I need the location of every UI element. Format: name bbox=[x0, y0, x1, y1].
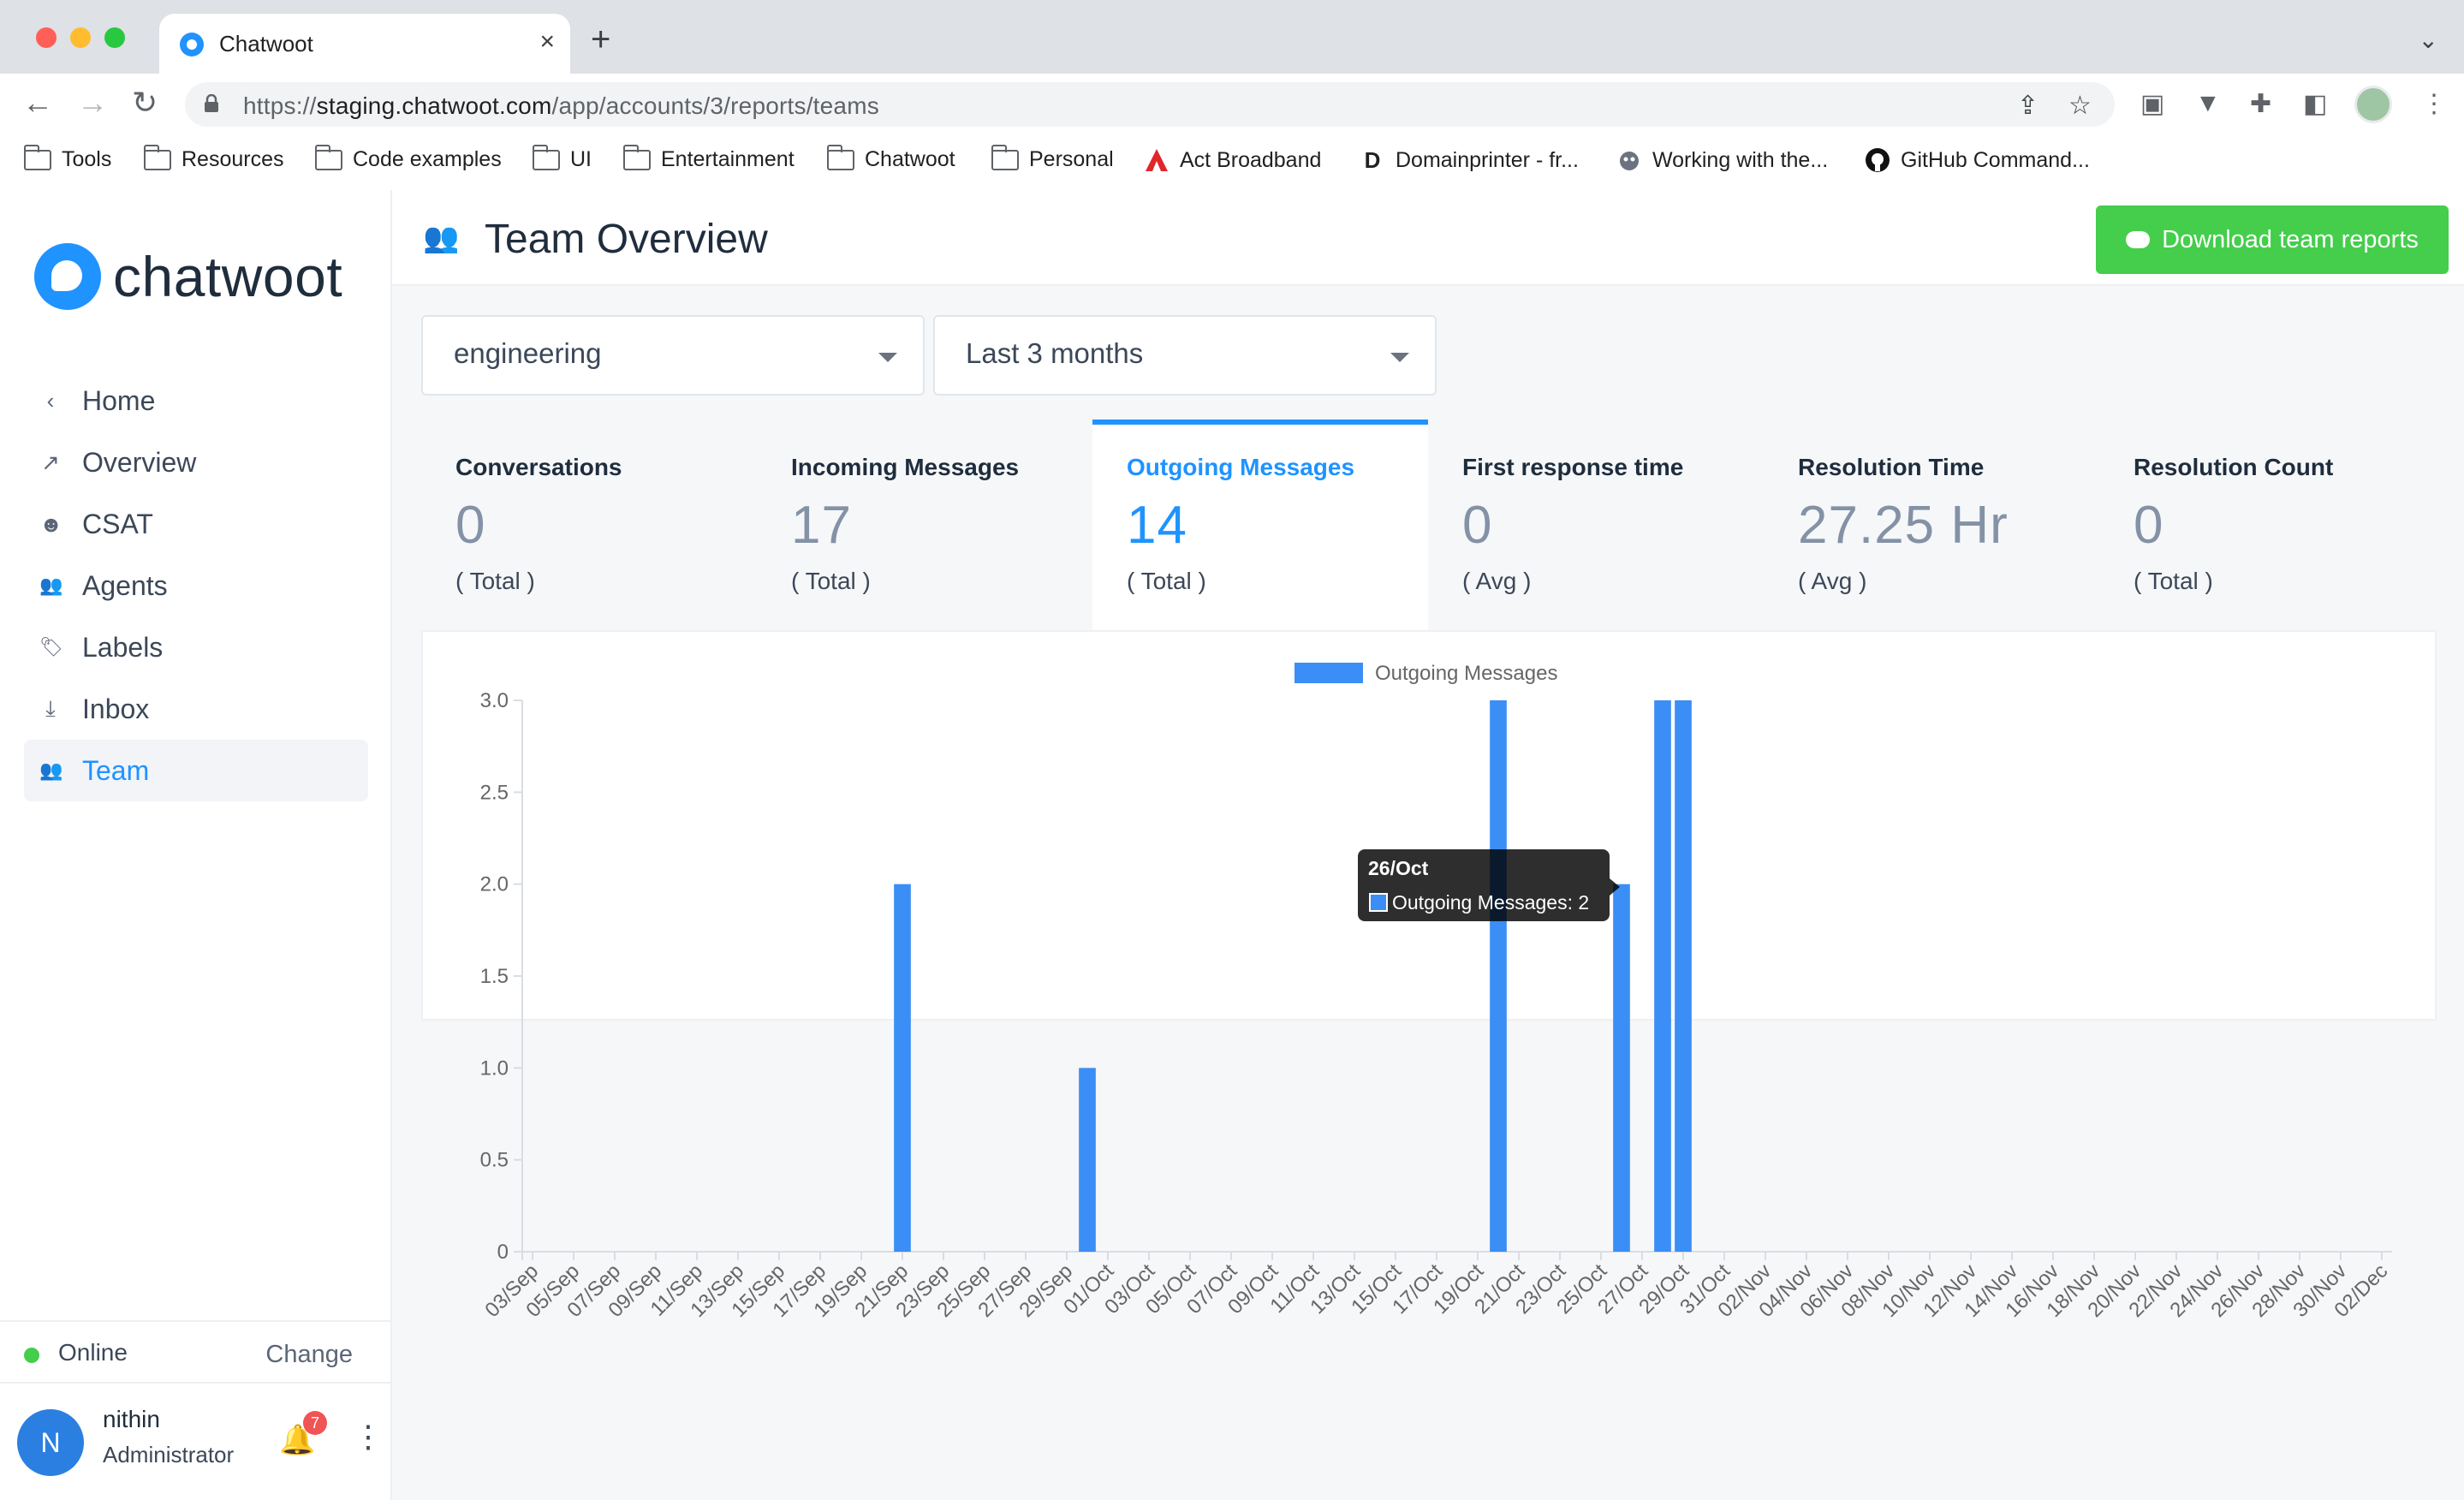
sidebar-item-agents[interactable]: 👥 Agents bbox=[24, 555, 368, 616]
availability-status: Online Change bbox=[0, 1320, 390, 1380]
logo-text: chatwoot bbox=[113, 245, 343, 308]
notification-badge: 7 bbox=[303, 1411, 327, 1435]
bar bbox=[1613, 884, 1630, 1252]
sidebar-item-csat[interactable]: ☻ CSAT bbox=[24, 493, 368, 555]
bookmark-folder-tools[interactable]: Tools bbox=[23, 144, 111, 172]
bar-chart: 00.51.01.52.02.53.003/Sep05/Sep07/Sep09/… bbox=[480, 662, 2393, 1322]
sidebar-item-overview[interactable]: ↗ Overview bbox=[24, 432, 368, 493]
main-content: 👥 Team Overview Download team reports en… bbox=[392, 190, 2464, 1500]
tooltip-title: 26/Oct bbox=[1368, 857, 1429, 879]
folder-icon bbox=[532, 144, 560, 170]
sidebar-item-home[interactable]: ‹ Home bbox=[24, 370, 368, 432]
tab-close-icon[interactable]: × bbox=[539, 27, 555, 57]
minimize-window-button[interactable] bbox=[70, 27, 91, 48]
chatwoot-logo-icon bbox=[34, 243, 101, 310]
y-tick-label: 0.5 bbox=[480, 1149, 509, 1172]
browser-menu-icon[interactable]: ⋮ bbox=[2421, 89, 2447, 119]
online-status-dot bbox=[24, 1348, 39, 1363]
close-window-button[interactable] bbox=[36, 27, 57, 48]
extensions-icon[interactable]: ✚ bbox=[2250, 89, 2271, 119]
outgoing-messages-chart: 0 0.5 1.0 1.5 2.0 2.5 3.0 03/Sep 05/Sep 07/Sep 09/… bbox=[421, 630, 2437, 1322]
browser-toolbar: ← → ↻ https://staging.chatwoot.com/app/a… bbox=[0, 74, 2464, 135]
status-text: Online bbox=[58, 1339, 128, 1366]
bar bbox=[1490, 700, 1507, 1252]
user-name: nithin bbox=[103, 1406, 160, 1432]
folder-icon bbox=[314, 144, 342, 170]
browser-chrome: Chatwoot × + ⌄ ← → ↻ https://staging.cha… bbox=[0, 0, 2464, 190]
tooltip-text: Outgoing Messages: 2 bbox=[1392, 891, 1589, 914]
tab-search-icon[interactable]: ⌄ bbox=[2419, 26, 2438, 54]
picture-in-picture-icon[interactable]: ▣ bbox=[2140, 89, 2164, 119]
chatwoot-logo[interactable]: chatwoot bbox=[34, 243, 342, 310]
vue-devtools-icon[interactable]: ▼ bbox=[2195, 89, 2221, 118]
folder-icon bbox=[826, 144, 854, 170]
y-tick-label: 2.5 bbox=[480, 781, 509, 804]
share-icon[interactable]: ⇪ bbox=[2017, 91, 2038, 121]
chevron-left-icon: ‹ bbox=[46, 387, 55, 414]
chatwoot-favicon-icon bbox=[180, 33, 204, 57]
sidebar-item-inbox[interactable]: ⤓ Inbox bbox=[24, 678, 368, 740]
tab-title: Chatwoot bbox=[219, 31, 313, 57]
people-icon: 👥 bbox=[39, 574, 63, 596]
bookmark-star-icon[interactable]: ☆ bbox=[2068, 91, 2092, 121]
bookmark-github-command[interactable]: GitHub Command... bbox=[1865, 147, 2090, 173]
bar bbox=[1675, 700, 1692, 1252]
bookmark-folder-ui[interactable]: UI bbox=[532, 144, 592, 172]
y-tick-label: 0 bbox=[497, 1241, 509, 1264]
legend-swatch bbox=[1294, 663, 1363, 683]
trend-icon: ↗ bbox=[41, 449, 60, 475]
more-options-icon[interactable]: ⋮ bbox=[353, 1421, 384, 1452]
folder-icon bbox=[143, 144, 171, 170]
bookmarks-bar: Tools Resources Code examples UI Enterta… bbox=[0, 135, 2464, 190]
y-tick-label: 1.0 bbox=[480, 1057, 509, 1080]
side-panel-icon[interactable]: ◧ bbox=[2303, 89, 2327, 119]
y-tick-label: 2.0 bbox=[480, 873, 509, 896]
browser-tab[interactable]: Chatwoot × bbox=[159, 14, 570, 74]
mascot-logo-icon bbox=[1620, 152, 1639, 170]
bookmark-domainprinter[interactable]: D Domainprinter - fr... bbox=[1360, 147, 1579, 173]
github-logo-icon bbox=[1866, 148, 1890, 172]
forward-icon[interactable]: → bbox=[77, 86, 108, 120]
avatar[interactable]: N bbox=[17, 1409, 84, 1476]
tag-icon: 🏷 bbox=[39, 636, 63, 658]
bookmark-folder-resources[interactable]: Resources bbox=[143, 144, 284, 172]
sidebar-item-labels[interactable]: 🏷 Labels bbox=[24, 616, 368, 678]
tooltip-swatch bbox=[1369, 893, 1388, 912]
sidebar: chatwoot ‹ Home ↗ Overview ☻ CSAT 👥 Agents 🏷… bbox=[0, 190, 392, 1500]
team-icon: 👥 bbox=[39, 759, 63, 781]
folder-icon bbox=[23, 144, 51, 170]
act-logo-icon bbox=[1146, 149, 1168, 171]
bookmark-folder-personal[interactable]: Personal bbox=[991, 144, 1114, 172]
address-bar[interactable]: https://staging.chatwoot.com/app/account… bbox=[185, 82, 2115, 127]
sidebar-item-team[interactable]: 👥 Team bbox=[24, 740, 368, 801]
user-role: Administrator bbox=[103, 1442, 235, 1467]
tab-strip: Chatwoot × + ⌄ bbox=[0, 0, 2464, 74]
legend-label: Outgoing Messages bbox=[1375, 662, 1557, 685]
bar bbox=[894, 884, 911, 1252]
folder-icon bbox=[622, 144, 651, 170]
y-tick-label: 3.0 bbox=[480, 689, 509, 712]
bar bbox=[1654, 700, 1671, 1252]
profile-avatar[interactable] bbox=[2354, 86, 2392, 123]
domainprinter-logo-icon: D bbox=[1364, 147, 1381, 173]
smiley-icon: ☻ bbox=[39, 510, 63, 537]
bar bbox=[1079, 1068, 1096, 1252]
bookmark-folder-code-examples[interactable]: Code examples bbox=[314, 144, 502, 172]
bookmark-working-with-the[interactable]: Working with the... bbox=[1616, 147, 1828, 173]
folder-icon bbox=[991, 144, 1019, 170]
new-tab-button[interactable]: + bbox=[591, 22, 610, 57]
bookmark-act-broadband[interactable]: Act Broadband bbox=[1144, 147, 1321, 173]
back-icon[interactable]: ← bbox=[22, 86, 53, 120]
inbox-icon: ⤓ bbox=[45, 695, 56, 721]
reload-icon[interactable]: ↻ bbox=[132, 86, 158, 120]
y-tick-label: 1.5 bbox=[480, 965, 509, 988]
maximize-window-button[interactable] bbox=[104, 27, 125, 48]
change-status-button[interactable]: Change bbox=[265, 1341, 353, 1369]
url-text: https://staging.chatwoot.com/app/account… bbox=[243, 92, 879, 119]
reports-nav: ‹ Home ↗ Overview ☻ CSAT 👥 Agents 🏷 Labels ⤓ I… bbox=[24, 370, 368, 801]
bookmark-folder-chatwoot[interactable]: Chatwoot bbox=[826, 144, 955, 172]
bookmark-folder-entertainment[interactable]: Entertainment bbox=[622, 144, 795, 172]
user-profile: N nithin Administrator 🔔 7 ⋮ bbox=[0, 1382, 390, 1500]
lock-icon bbox=[205, 94, 218, 112]
